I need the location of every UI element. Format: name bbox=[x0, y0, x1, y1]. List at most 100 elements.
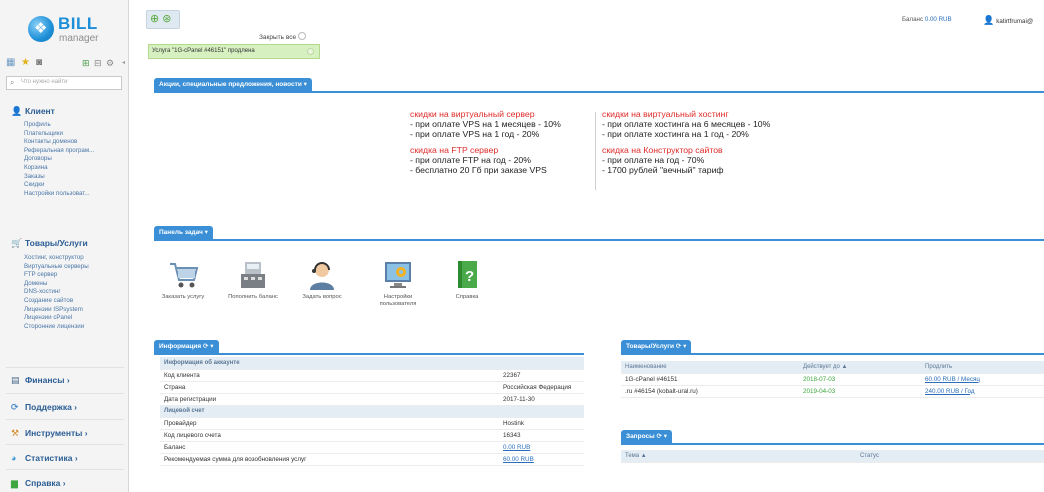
menu-item-referral[interactable]: Реферальная програм... bbox=[24, 147, 94, 156]
column-valid-until[interactable]: Действует до ▲ bbox=[799, 361, 921, 374]
menu-item-vps[interactable]: Виртуальные серверы bbox=[24, 263, 89, 272]
star-icon[interactable]: ★ bbox=[21, 57, 30, 69]
sidebar-settings-icon[interactable]: ⚙ bbox=[106, 57, 114, 69]
menu-item-profile[interactable]: Профиль bbox=[24, 121, 94, 130]
help-icon: ▆ bbox=[11, 478, 18, 488]
promo-builder-line: - при оплате на год - 70% bbox=[602, 155, 705, 165]
tab-requests[interactable]: Запросы ⟳ ▾ bbox=[621, 430, 672, 444]
promo-vps-line: - при оплате VPS на 1 год - 20% bbox=[410, 129, 540, 139]
promo-builder-title: скидка на Конструктор сайтов bbox=[602, 145, 723, 155]
tab-task-panel[interactable]: Панель задач ▾ bbox=[154, 226, 213, 240]
column-name[interactable]: Наименование bbox=[621, 361, 799, 374]
table-row: Провайдер Hostink bbox=[160, 417, 584, 430]
service-name: 1G-cPanel #46151 bbox=[621, 373, 799, 386]
promo-vps-title: скидки на виртуальный сервер bbox=[410, 109, 535, 119]
menu-stats[interactable]: ◕ Статистика › bbox=[11, 453, 78, 463]
tab-services[interactable]: Товары/Услуги ⟳ ▾ bbox=[621, 340, 692, 354]
task-top-up-balance[interactable]: Пополнить баланс bbox=[225, 258, 281, 301]
menu-item-ispsystem[interactable]: Лицензии ISPsystem bbox=[24, 306, 89, 315]
sidebar-search-input[interactable]: ⌕ Что нужно найти bbox=[6, 76, 122, 90]
menu-item-third-party[interactable]: Сторонние лицензии bbox=[24, 323, 89, 332]
info-key: Страна bbox=[160, 381, 499, 394]
menu-item-sites[interactable]: Создание сайтов bbox=[24, 297, 89, 306]
table-row: Дата регистрации 2017-11-30 bbox=[160, 393, 584, 406]
task-order-service-label: Заказать услугу bbox=[161, 294, 205, 300]
clipboard-icon[interactable]: ◙ bbox=[36, 57, 42, 69]
menu-help[interactable]: ▆ Справка › bbox=[11, 478, 66, 489]
expand-all-icon[interactable]: ⊞ bbox=[82, 57, 90, 69]
grid-icon[interactable]: ▦ bbox=[6, 57, 15, 69]
menu-item-domain-contacts[interactable]: Контакты доменов bbox=[24, 138, 94, 147]
top-toolbar: ⊕ ⊛ bbox=[146, 10, 180, 29]
refresh-balance-icon[interactable]: ⊛ bbox=[162, 13, 171, 25]
promo-right-column: скидки на виртуальный хостинг - при опла… bbox=[602, 109, 770, 175]
billmanager-logo[interactable]: BILL manager bbox=[28, 12, 118, 48]
renew-link[interactable]: 60.00 RUB / Месяц bbox=[921, 373, 1044, 386]
service-valid-until: 2019-04-03 bbox=[799, 385, 921, 398]
finance-icon: ▤ bbox=[11, 375, 20, 385]
client-icon: 👤 bbox=[11, 106, 23, 116]
cart-icon bbox=[166, 258, 200, 292]
menu-tools[interactable]: ⚒ Инструменты › bbox=[11, 428, 88, 439]
refresh-icon[interactable]: ⟳ bbox=[656, 433, 661, 440]
menu-item-domains[interactable]: Домены bbox=[24, 280, 89, 289]
requests-table: Тема ▲ Статус bbox=[621, 450, 1044, 463]
promo-ftp-line: - при оплате FTP на год - 20% bbox=[410, 155, 531, 165]
statistics-icon: ◕ bbox=[11, 453, 17, 463]
tab-promotions-label: Акции, специальные предложения, новости bbox=[159, 81, 302, 88]
column-status[interactable]: Статус bbox=[856, 450, 1044, 463]
task-ask-question-label: Задать вопрос bbox=[302, 294, 342, 300]
menu-item-payers[interactable]: Плательщики bbox=[24, 130, 94, 139]
balance-link[interactable]: 0.00 RUB bbox=[499, 441, 584, 454]
table-row[interactable]: 1G-cPanel #46151 2018-07-03 60.00 RUB / … bbox=[621, 373, 1044, 386]
refresh-icon[interactable]: ⟳ bbox=[203, 343, 208, 350]
menu-item-contracts[interactable]: Договоры bbox=[24, 155, 94, 164]
task-top-up-balance-label: Пополнить баланс bbox=[228, 294, 278, 300]
menu-client[interactable]: 👤 Клиент bbox=[11, 106, 55, 117]
collapse-all-icon[interactable]: ⊟ bbox=[94, 57, 102, 69]
task-order-service[interactable]: Заказать услугу bbox=[155, 258, 211, 301]
renew-link[interactable]: 240.00 RUB / Год bbox=[921, 385, 1044, 398]
menu-item-hosting[interactable]: Хостинг, конструктор bbox=[24, 254, 89, 263]
add-service-icon[interactable]: ⊕ bbox=[150, 13, 159, 25]
info-key: Дата регистрации bbox=[160, 393, 499, 406]
menu-item-orders[interactable]: Заказы bbox=[24, 173, 94, 182]
task-user-settings[interactable]: Настройки пользователя bbox=[370, 258, 426, 308]
tab-task-panel-label: Панель задач bbox=[159, 229, 203, 236]
tab-information[interactable]: Информация ⟳ ▾ bbox=[154, 340, 219, 354]
promo-hosting-line: - при оплате хостинга на 6 месяцев - 10% bbox=[602, 119, 771, 129]
table-row: Страна Российская Федерация bbox=[160, 381, 584, 394]
recommended-sum-link[interactable]: 60.00 RUB bbox=[499, 453, 584, 466]
logo-icon bbox=[28, 16, 54, 42]
info-key: Баланс bbox=[160, 441, 499, 454]
menu-item-dns[interactable]: DNS-хостинг bbox=[24, 288, 89, 297]
service-name: .ru #46154 (kobalt-ural.ru) bbox=[621, 385, 799, 398]
task-ask-question[interactable]: Задать вопрос bbox=[294, 258, 350, 301]
balance-value[interactable]: 0.00 RUB bbox=[925, 16, 952, 23]
user-menu[interactable]: 👤 katirtfrumai@ bbox=[983, 15, 1033, 26]
notification-close-icon[interactable] bbox=[307, 48, 314, 55]
user-name: katirtfrumai@ bbox=[996, 18, 1034, 25]
tab-promotions[interactable]: Акции, специальные предложения, новости … bbox=[154, 78, 312, 92]
column-renew[interactable]: Продлить bbox=[921, 361, 1044, 374]
sidebar-toolbar: ▦ ★ ◙ ⊞ ⊟ ⚙ ◂ bbox=[6, 57, 128, 71]
menu-item-discounts[interactable]: Скидки bbox=[24, 181, 94, 190]
client-submenu: Профиль Плательщики Контакты доменов Реф… bbox=[24, 121, 94, 198]
close-all-button[interactable]: Закрыть все bbox=[259, 32, 307, 41]
table-row[interactable]: .ru #46154 (kobalt-ural.ru) 2019-04-03 2… bbox=[621, 385, 1044, 398]
menu-item-user-settings[interactable]: Настройки пользоват... bbox=[24, 190, 94, 199]
task-help[interactable]: ? Справка bbox=[439, 258, 495, 301]
menu-divider bbox=[6, 444, 124, 445]
sidebar-collapse-icon[interactable]: ◂ bbox=[122, 57, 125, 69]
menu-finance[interactable]: ▤ Финансы › bbox=[11, 375, 70, 386]
menu-services[interactable]: 🛒 Товары/Услуги bbox=[11, 238, 88, 249]
menu-services-label: Товары/Услуги bbox=[25, 238, 88, 248]
refresh-icon[interactable]: ⟳ bbox=[676, 343, 681, 350]
logo-title: BILL bbox=[58, 14, 98, 33]
menu-item-cpanel[interactable]: Лицензии cPanel bbox=[24, 314, 89, 323]
menu-item-ftp[interactable]: FTP сервер bbox=[24, 271, 89, 280]
column-subject[interactable]: Тема ▲ bbox=[621, 450, 856, 463]
balance-indicator: Баланс 0.00 RUB bbox=[902, 16, 952, 23]
menu-item-cart[interactable]: Корзина bbox=[24, 164, 94, 173]
menu-support[interactable]: ⟳ Поддержка › bbox=[11, 402, 77, 413]
